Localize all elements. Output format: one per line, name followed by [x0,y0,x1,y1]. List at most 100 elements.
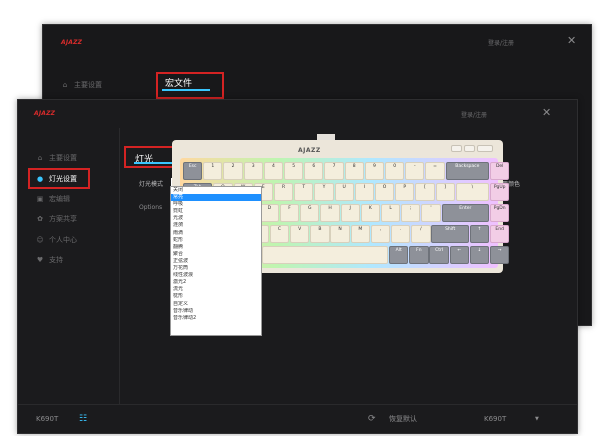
key [261,246,389,264]
key: V [290,225,310,243]
key: - [405,162,425,180]
light-mode-label: 灯光模式 [139,181,164,188]
dropdown-option[interactable]: 自定义 [171,301,261,308]
key: Esc [183,162,203,180]
key: ↑ [469,225,490,243]
dropdown-option[interactable]: 正弦波 [171,258,261,265]
key: U [334,183,354,201]
share-icon: ✿ [37,215,43,223]
dropdown-option[interactable]: 聚合 [171,251,261,258]
device-model: K690T [36,415,59,423]
dropdown-option[interactable]: 呼吸 [171,201,261,208]
close-icon[interactable]: ✕ [542,107,551,118]
dropdown-option[interactable]: 线性波浪 [171,272,261,279]
sidebar-item-share[interactable]: ✿ 方案共享 [18,209,119,229]
key: K [360,204,381,222]
bottom-bar: K690T ☷ ⟳ 恢复默认 K690T ▼ [18,404,577,433]
dropdown-option[interactable]: 激光2 [171,279,261,286]
options-label: Options [139,204,163,211]
toggle-switch [451,145,462,152]
key: D [259,204,280,222]
key: 4 [263,162,284,180]
macro-icon: ▣ [36,195,44,203]
highlight-box [156,72,224,99]
key: = [425,162,445,180]
key: 9 [364,162,385,180]
key: P [395,183,415,201]
sidebar-item-label: 主要设置 [74,81,102,89]
key: 0 [385,162,405,180]
dropdown-option[interactable]: 枕形 [171,293,261,300]
dropdown-option[interactable]: 涟漪 [171,222,261,229]
key: N [330,225,350,243]
key: Y [314,183,334,201]
dropdown-option[interactable]: 音乐律动 [171,308,261,315]
key: 8 [344,162,364,180]
key: [ [415,183,435,201]
sidebar-item-label: 个人中心 [49,236,77,244]
key: . [391,225,411,243]
key: ] [435,183,455,201]
key: , [370,225,391,243]
key: Ctrl [429,246,449,264]
sidebar-item-label: 支持 [49,256,63,264]
key: O [374,183,395,201]
key: M [350,225,370,243]
key: PgDn [490,204,510,222]
person-icon: ☺ [36,236,44,244]
key: 7 [324,162,344,180]
refresh-icon[interactable]: ⟳ [368,405,376,433]
login-link[interactable]: 登录/注册 [488,38,514,47]
key: ↓ [469,246,490,264]
login-link[interactable]: 登录/注册 [461,110,487,119]
device-select[interactable]: K690T [484,405,506,433]
key: R [273,183,294,201]
chevron-down-icon[interactable]: ▼ [535,405,539,433]
key: Alt [389,246,409,264]
highlight-box [28,168,90,189]
key: 2 [223,162,243,180]
sidebar-item-label: 方案共享 [49,215,77,223]
sidebar-item-label: 主要设置 [49,154,77,162]
home-icon: ⌂ [62,81,68,89]
dropdown-option[interactable]: 音乐律动2 [171,315,261,322]
dropdown-option[interactable]: 霓虹 [171,208,261,215]
key: Enter [441,204,490,222]
dropdown-option[interactable]: 常亮 [171,194,261,202]
dropdown-option[interactable]: 流光 [171,286,261,293]
logo: AJAZZ [34,110,56,117]
sidebar-item-label: 宏编辑 [49,195,70,203]
sidebar-item-main[interactable]: ⌂ 主要设置 [43,75,144,95]
key: C [269,225,290,243]
sidebar-item-macro[interactable]: ▣ 宏编辑 [18,189,119,209]
dropdown-option[interactable]: 关闭 [171,187,261,194]
key: End [490,225,510,243]
sidebar-item-support[interactable]: ♥ 支持 [18,250,119,270]
dropdown-option[interactable]: 蛇形 [171,237,261,244]
usb-port [317,134,335,140]
close-icon[interactable]: ✕ [567,35,576,46]
key: J [340,204,360,222]
dropdown-option[interactable]: 光波 [171,215,261,222]
key: ← [449,246,469,264]
key: Del [490,162,510,180]
toggle-switch [477,145,493,152]
dropdown-option[interactable]: 雨滴 [171,230,261,237]
key: Fn [409,246,429,264]
sidebar-item-main[interactable]: ⌂ 主要设置 [18,148,119,168]
key: B [310,225,330,243]
key: ' [421,204,441,222]
restore-default-button[interactable]: 恢复默认 [389,405,417,433]
keyboard-brand: AJAZZ [298,147,321,154]
key: PgUp [490,183,510,201]
key: 1 [203,162,223,180]
dropdown-option[interactable]: 万花筒 [171,265,261,272]
key: I [354,183,374,201]
key: Backspace [445,162,490,180]
dropdown-option[interactable]: 翻腾 [171,244,261,251]
grid-icon[interactable]: ☷ [79,405,87,433]
toggle-switch [464,145,475,152]
key: G [300,204,320,222]
sidebar-item-profile[interactable]: ☺ 个人中心 [18,230,119,250]
key: → [490,246,510,264]
